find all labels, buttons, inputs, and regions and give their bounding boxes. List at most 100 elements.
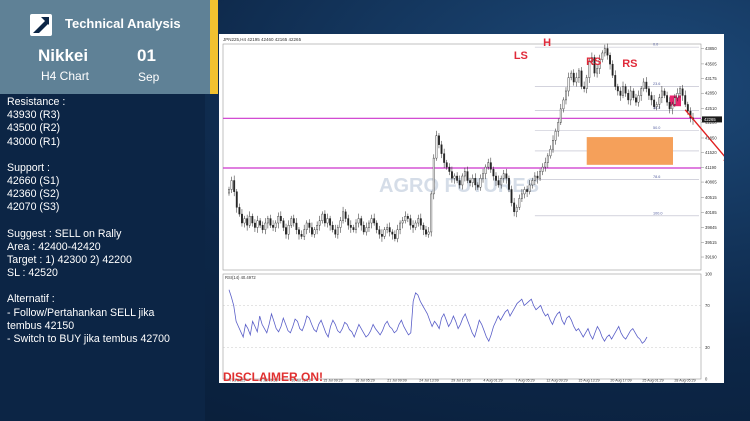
candle-body [352,227,355,230]
candle-body [684,95,687,105]
candle-body [668,101,671,110]
y-tick-label: 41190 [705,165,717,170]
candle-body [557,122,560,132]
pattern-label: H [543,37,551,49]
candle-body [650,95,653,101]
candle-body [660,90,663,98]
candle-body [233,180,236,192]
support-s1: 42660 (S1) [7,175,60,188]
candle-body [505,173,508,179]
rsi-label: RSI(14) 40.4972 [225,275,256,280]
candle-body [495,175,497,181]
candle-body [616,86,619,92]
candle-body [381,233,383,237]
candle-body [533,175,536,181]
candle-body [484,166,487,174]
candle-body [246,218,249,226]
candle-body [248,216,251,226]
candle-body [272,225,274,228]
candle-body [640,88,643,96]
candle-body [241,213,243,224]
trend-arrow-icon [30,14,52,36]
candle-body [329,218,332,226]
x-tick-label: 15 Aug 13:29 [578,379,599,383]
candle-body [510,189,513,204]
candle-body [673,97,676,105]
candle-body [251,216,254,224]
rsi-tick-label: 100 [705,272,713,277]
candle-body [632,90,635,98]
candle-body [583,86,586,89]
candle-body [531,180,534,186]
candle-body [406,216,409,219]
candle-body [679,88,681,94]
candle-body [526,189,529,192]
candle-body [559,108,562,123]
candle-body [515,207,518,213]
candle-body [285,227,287,235]
candle-body [318,220,321,226]
stop-loss-line: SL : 42520 [7,267,58,280]
candle-body [536,175,539,179]
candle-body [279,216,282,221]
candle-body [580,70,583,87]
candle-body [282,220,285,228]
x-tick-label: 29 Jul 17:09 [451,379,471,383]
y-tick-label: 43175 [705,76,717,81]
candle-body [365,227,368,233]
candle-body [425,229,427,235]
candle-body [681,88,684,96]
candle-body [676,93,679,98]
candle-body [259,220,262,226]
candle-body [274,222,277,228]
candle-body [344,211,347,219]
candle-body [360,218,363,226]
alternative-heading: Alternatif : [7,293,55,306]
suggest-line: Suggest : SELL on Rally [7,227,122,240]
candle-body [474,178,477,186]
candle-body [469,180,472,183]
candle-body [489,162,492,170]
candle-body [373,218,376,224]
candle-body [287,225,290,235]
candle-body [528,184,531,192]
rsi-tick-label: 0 [705,377,708,382]
candle-body [362,225,365,233]
page-title: Technical Analysis [65,16,181,31]
candle-body [476,184,479,188]
candle-body [578,70,580,78]
y-tick-label: 40515 [705,195,717,200]
candle-body [378,229,381,235]
candle-body [552,140,554,150]
y-tick-label: 41520 [705,150,717,155]
candle-body [520,193,523,199]
candle-body [370,218,373,224]
candle-body [622,86,624,96]
resistance-r2: 43500 (R2) [7,122,60,135]
header-box: Technical Analysis Nikkei H4 Chart 01 Se… [0,0,218,94]
candle-body [435,135,438,159]
pattern-label: RS [622,58,637,70]
disclaimer: DISCLAIMER ON! [223,370,323,384]
candle-body [562,99,565,110]
target-line: Target : 1) 42300 2) 42200 [7,254,132,267]
candle-body [572,72,575,83]
candle-body [375,222,378,230]
candle-body [235,191,238,208]
candle-body [541,166,544,172]
chart-card: JPN225,H4 42195 42460 42165 42265 AGRO F… [219,34,724,383]
alternative-line-1: - Follow/Pertahankan SELL jika [7,306,155,319]
y-tick-label: 40185 [705,210,717,215]
candle-body [614,75,617,87]
candle-body [230,180,233,190]
asset-name: Nikkei [38,46,89,65]
candle-body [609,54,611,65]
candle-body [611,63,614,76]
fib-level-label: 78.6 [653,175,660,179]
candle-body [414,222,417,228]
watermark-text: AGRO FUTURES [379,175,539,197]
candle-body [487,162,490,168]
candle-body [453,175,456,179]
candle-body [648,88,650,96]
candle-body [300,233,303,237]
